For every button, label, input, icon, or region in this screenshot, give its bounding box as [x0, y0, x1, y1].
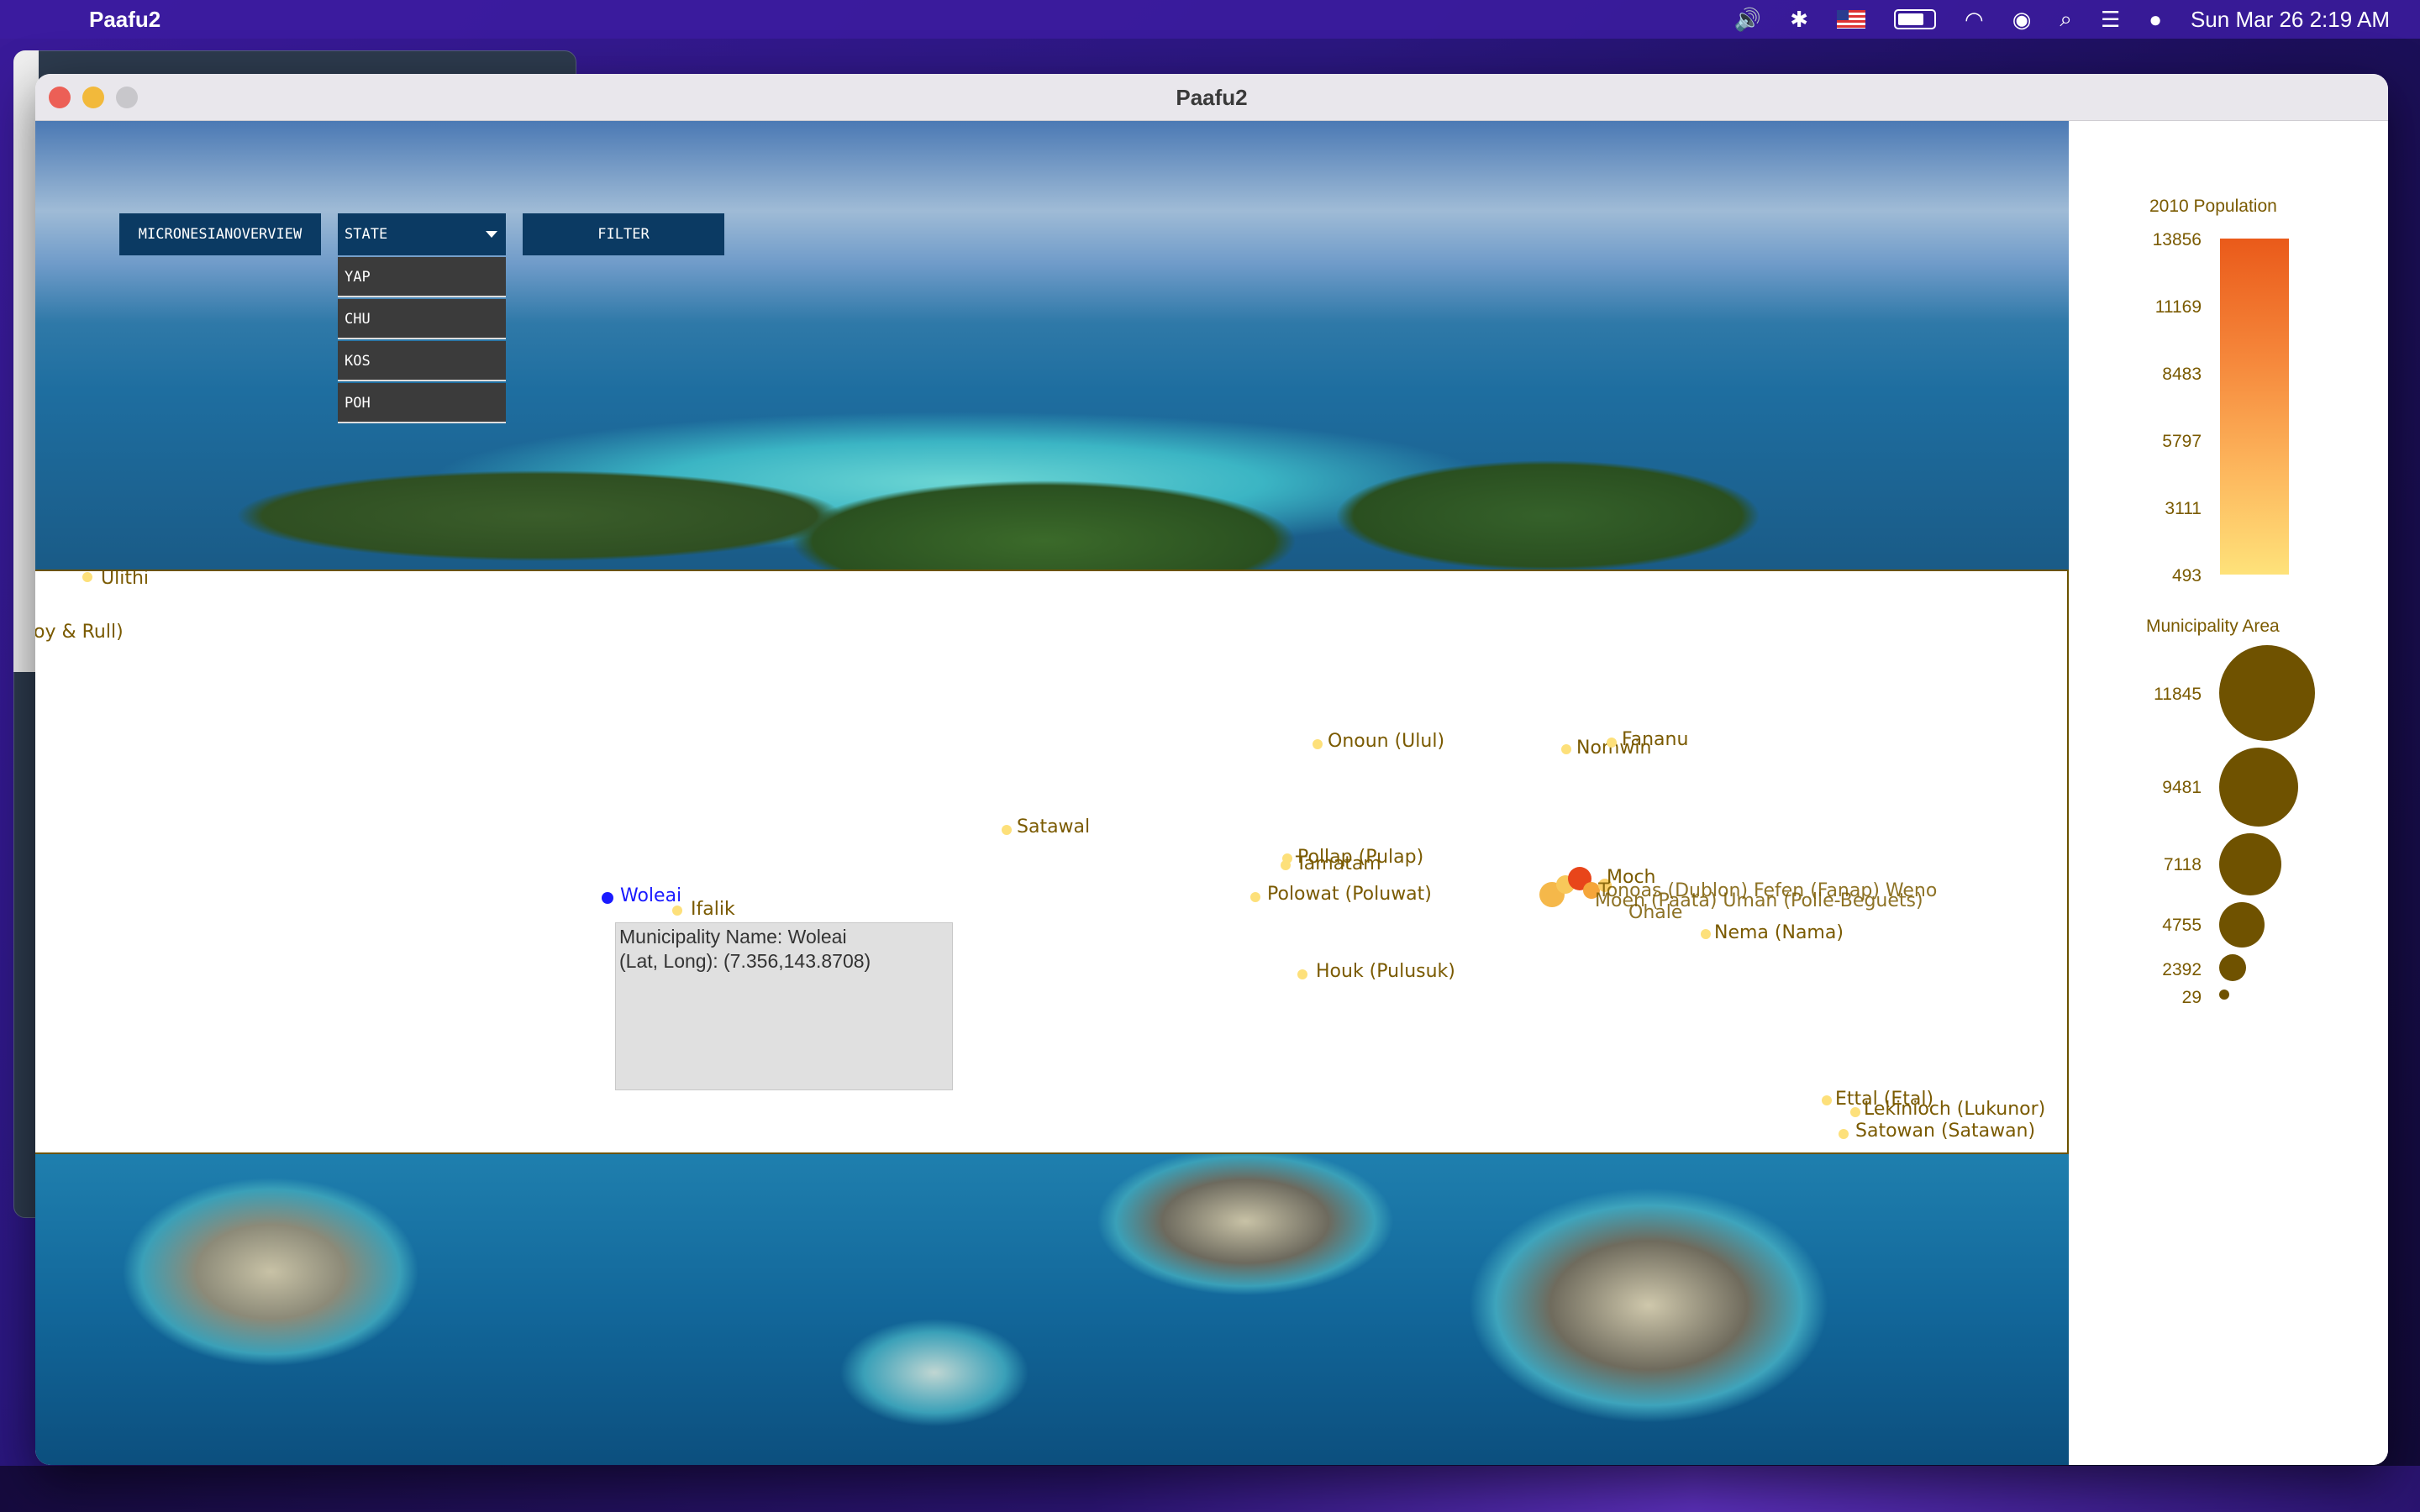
- area-tick: 29: [2181, 988, 2202, 1007]
- map-label[interactable]: Houk (Pulusuk): [1316, 961, 1455, 982]
- wifi-icon[interactable]: ◠: [1965, 7, 1984, 33]
- chevron-down-icon: [486, 231, 497, 238]
- bluetooth-icon[interactable]: ✱: [1790, 7, 1808, 33]
- map-point-selected[interactable]: [602, 892, 613, 904]
- map-point[interactable]: [1297, 969, 1307, 979]
- map-point[interactable]: [1313, 739, 1323, 749]
- area-circle: [2219, 954, 2246, 981]
- app-menu-name[interactable]: Paafu2: [89, 7, 160, 33]
- area-tick: 4755: [2162, 916, 2202, 935]
- population-tick: 13856: [2152, 230, 2202, 249]
- map-point[interactable]: [1002, 825, 1012, 835]
- siri-icon[interactable]: ●: [2149, 7, 2162, 33]
- area-tick: 9481: [2162, 778, 2202, 797]
- app-window: Paafu2 MICRONESIANOVERVIEW STATE YAP CHU…: [35, 74, 2388, 1465]
- map-area[interactable]: Ulithi oy & Rull) Onoun (Ulul) Nomwin Fa…: [35, 571, 2069, 1154]
- state-option-chu[interactable]: CHU: [338, 299, 506, 339]
- population-tick: 3111: [2165, 499, 2202, 518]
- map-label[interactable]: Ulithi: [101, 571, 149, 589]
- area-tick: 7118: [2163, 855, 2202, 874]
- map-point[interactable]: [1701, 929, 1711, 939]
- population-color-scale: [2220, 239, 2289, 575]
- user-icon[interactable]: ◉: [2012, 7, 2032, 33]
- area-tick: 2392: [2162, 960, 2202, 979]
- area-circle: [2219, 902, 2265, 948]
- area-tick: 11845: [2154, 685, 2202, 704]
- input-source-icon[interactable]: [1837, 10, 1865, 29]
- state-option-yap[interactable]: YAP: [338, 257, 506, 297]
- map-label[interactable]: Fananu: [1622, 729, 1688, 750]
- clock[interactable]: Sun Mar 26 2:19 AM: [2191, 7, 2390, 33]
- state-select-value: STATE: [345, 226, 388, 243]
- map-point[interactable]: [1607, 738, 1617, 748]
- area-circle: [2219, 833, 2281, 895]
- map-point[interactable]: [1250, 892, 1260, 902]
- map-point[interactable]: [1839, 1129, 1849, 1139]
- map-label-selected[interactable]: Woleai: [620, 885, 681, 906]
- map-label[interactable]: Polowat (Poluwat): [1267, 884, 1432, 905]
- population-tick: 493: [2171, 566, 2202, 585]
- map-label[interactable]: Lekinioch (Lukunor): [1864, 1099, 2045, 1120]
- map-point[interactable]: [1281, 860, 1291, 870]
- area-legend-title: Municipality Area: [2146, 617, 2280, 636]
- sketch-canvas: MICRONESIANOVERVIEW STATE YAP CHU KOS PO…: [35, 121, 2069, 1465]
- map-label[interactable]: Ifalik: [691, 899, 735, 920]
- map-label[interactable]: Onoun (Ulul): [1328, 731, 1444, 752]
- population-tick: 5797: [2162, 432, 2202, 451]
- population-tick: 8483: [2162, 365, 2202, 384]
- area-circle: [2219, 990, 2229, 1000]
- population-legend-title: 2010 Population: [2149, 197, 2277, 216]
- filter-button[interactable]: FILTER: [523, 213, 724, 255]
- status-area: 🔊 ✱ ◠ ◉ ⌕ ☰ ● Sun Mar 26 2:19 AM: [1734, 0, 2390, 39]
- map-point[interactable]: [1561, 744, 1571, 754]
- footer-atoll-image: [35, 1154, 2069, 1465]
- map-label[interactable]: oy & Rull): [35, 622, 124, 643]
- overview-button[interactable]: MICRONESIANOVERVIEW: [119, 213, 321, 255]
- map-point[interactable]: [672, 906, 682, 916]
- menu-bar: Paafu2 🔊 ✱ ◠ ◉ ⌕ ☰ ● Sun Mar 26 2:19 AM: [0, 0, 2420, 39]
- area-circle: [2219, 748, 2298, 827]
- minimize-window-button[interactable]: [82, 87, 104, 108]
- control-center-icon[interactable]: ☰: [2101, 7, 2120, 33]
- volume-icon[interactable]: 🔊: [1734, 7, 1761, 33]
- search-icon[interactable]: ⌕: [2060, 6, 2072, 33]
- map-point[interactable]: [1822, 1095, 1832, 1105]
- state-option-poh[interactable]: POH: [338, 383, 506, 423]
- state-option-kos[interactable]: KOS: [338, 341, 506, 381]
- state-select[interactable]: STATE: [338, 213, 506, 255]
- map-point[interactable]: [1850, 1107, 1860, 1117]
- municipality-tooltip: Municipality Name: Woleai (Lat, Long): (…: [615, 922, 953, 1090]
- tooltip-coordinates: (Lat, Long): (7.356,143.8708): [619, 950, 871, 972]
- window-titlebar: Paafu2: [35, 74, 2388, 121]
- close-window-button[interactable]: [49, 87, 71, 108]
- population-tick: 11169: [2154, 297, 2202, 317]
- maximize-window-button[interactable]: [116, 87, 138, 108]
- map-label[interactable]: Satawal: [1017, 816, 1090, 837]
- tooltip-name: Municipality Name: Woleai: [619, 926, 847, 948]
- map-label[interactable]: Nema (Nama): [1714, 922, 1844, 943]
- battery-icon[interactable]: [1894, 9, 1936, 29]
- map-point[interactable]: [82, 572, 92, 582]
- map-label[interactable]: Tamatam: [1296, 853, 1381, 874]
- desktop-wallpaper: [0, 1466, 2420, 1512]
- map-label[interactable]: Satowan (Satawan): [1855, 1121, 2035, 1142]
- window-title: Paafu2: [1176, 85, 1248, 110]
- area-circle: [2219, 645, 2315, 741]
- map-label-overlap: Ohale: [1628, 902, 1683, 923]
